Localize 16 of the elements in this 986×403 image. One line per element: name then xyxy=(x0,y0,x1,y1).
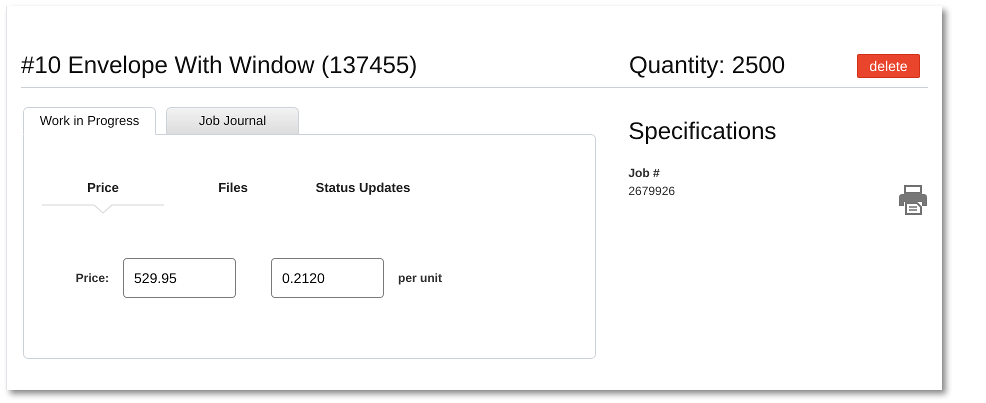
item-title: #10 Envelope With Window (137455) xyxy=(21,51,418,81)
price-label: Price: xyxy=(74,270,110,287)
tab[interactable]: Work in Progress xyxy=(23,107,156,135)
tab[interactable]: Job Journal xyxy=(166,107,299,135)
field-label: Job # xyxy=(628,165,661,182)
section-tab[interactable]: Status Updates xyxy=(316,178,410,196)
section-tab[interactable]: Price xyxy=(87,178,119,196)
section-tab[interactable]: Files xyxy=(218,178,248,196)
quantity-text: Quantity: 2500 xyxy=(629,51,786,81)
per-unit-label: per unit xyxy=(398,270,442,287)
field-value: 2679926 xyxy=(628,183,676,200)
specifications-heading: Specifications xyxy=(628,117,778,147)
price-field[interactable]: 529.95 xyxy=(123,258,236,298)
delete-button[interactable]: delete xyxy=(857,54,920,78)
unit-price-field[interactable]: 0.2120 xyxy=(271,258,384,298)
printer-icon[interactable] xyxy=(898,185,928,215)
